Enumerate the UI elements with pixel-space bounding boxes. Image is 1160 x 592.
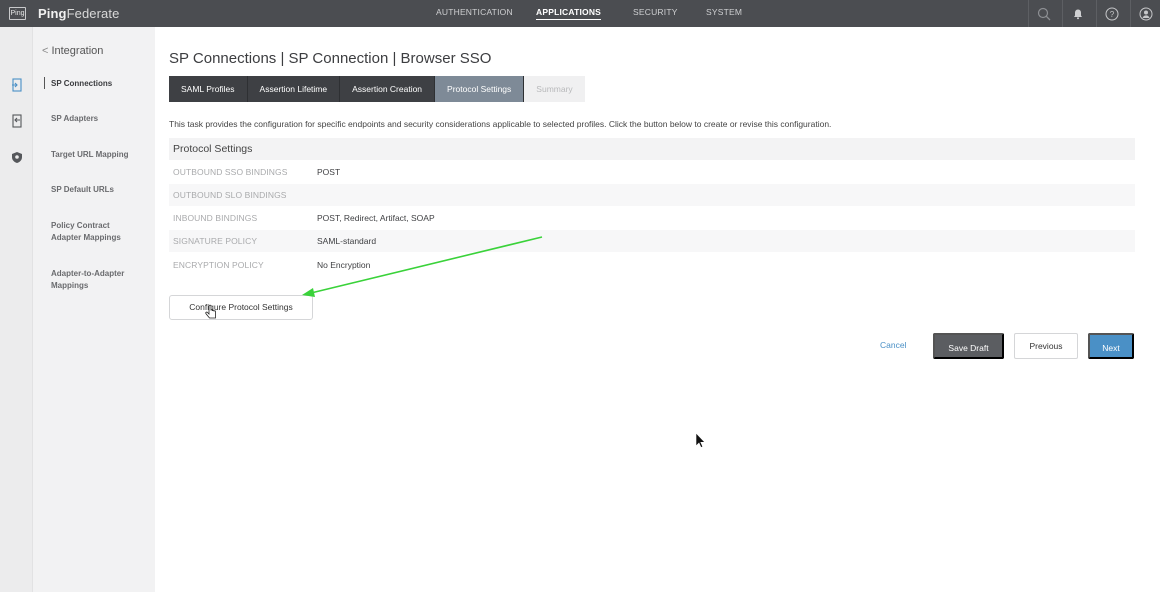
save-draft-button[interactable]: Save Draft (933, 333, 1004, 359)
search-icon (1037, 7, 1050, 20)
active-item-marker (44, 77, 45, 89)
row-value: POST, Redirect, Artifact, SOAP (317, 213, 435, 223)
row-key: INBOUND BINDINGS (173, 213, 258, 223)
notifications-button[interactable] (1062, 0, 1092, 27)
help-button[interactable]: ? (1096, 0, 1126, 27)
nav-applications[interactable]: APPLICATIONS (536, 0, 602, 27)
subnav-item-target-url-mapping[interactable]: Target URL Mapping (51, 149, 151, 161)
top-bar: Ping PingFederate AUTHENTICATION APPLICA… (0, 0, 1160, 27)
settings-row: SIGNATURE POLICY SAML-standard (169, 230, 1135, 252)
previous-button[interactable]: Previous (1014, 333, 1078, 359)
nav-security[interactable]: SECURITY (633, 0, 678, 27)
back-to-integration[interactable]: < Integration (42, 45, 103, 57)
row-value: SAML-standard (317, 236, 377, 246)
subnav-item-sp-adapters[interactable]: SP Adapters (51, 113, 151, 125)
svg-text:?: ? (1109, 10, 1114, 19)
row-key: OUTBOUND SLO BINDINGS (173, 190, 287, 200)
row-key: OUTBOUND SSO BINDINGS (173, 167, 288, 177)
subnav-item-policy-contract-adapter-mappings[interactable]: Policy Contract Adapter Mappings (51, 220, 141, 244)
next-button[interactable]: Next (1088, 333, 1134, 359)
adapters-icon[interactable] (9, 113, 25, 129)
protocol-settings-header: Protocol Settings (169, 138, 1135, 160)
row-value: No Encryption (317, 260, 371, 270)
settings-row: ENCRYPTION POLICY No Encryption (169, 254, 1135, 276)
tab-summary: Summary (524, 76, 585, 102)
icon-rail (0, 27, 33, 592)
page-title: SP Connections | SP Connection | Browser… (169, 50, 492, 67)
subnav-item-adapter-to-adapter-mappings[interactable]: Adapter-to-Adapter Mappings (51, 268, 141, 292)
wizard-tabs: SAML Profiles Assertion Lifetime Asserti… (169, 76, 585, 102)
help-icon: ? (1105, 7, 1118, 20)
bell-icon (1073, 9, 1082, 19)
chevron-left-icon: < (42, 45, 49, 57)
settings-row: INBOUND BINDINGS POST, Redirect, Artifac… (169, 207, 1135, 229)
secondary-nav (33, 27, 155, 592)
product-name: PingFederate (38, 6, 119, 21)
back-label: Integration (51, 45, 104, 57)
brand-bold: Ping (38, 6, 67, 21)
brand-light: Federate (66, 6, 120, 21)
configure-protocol-settings-button[interactable]: Configure Protocol Settings (169, 295, 313, 320)
task-description: This task provides the configuration for… (169, 119, 832, 129)
row-key: SIGNATURE POLICY (173, 236, 258, 246)
nav-authentication[interactable]: AUTHENTICATION (436, 0, 513, 27)
row-value: POST (317, 167, 341, 177)
tab-protocol-settings[interactable]: Protocol Settings (435, 76, 525, 102)
tab-assertion-creation[interactable]: Assertion Creation (340, 76, 436, 102)
user-icon (1139, 7, 1152, 20)
subnav-item-sp-default-urls[interactable]: SP Default URLs (51, 184, 151, 196)
section-title: Protocol Settings (173, 143, 253, 155)
cancel-link[interactable]: Cancel (880, 340, 906, 350)
settings-row: OUTBOUND SLO BINDINGS (169, 184, 1135, 206)
connections-icon[interactable] (9, 77, 25, 93)
row-key: ENCRYPTION POLICY (173, 260, 264, 270)
subnav-item-sp-connections[interactable]: SP Connections (51, 78, 151, 90)
shield-icon[interactable] (9, 149, 25, 165)
tab-assertion-lifetime[interactable]: Assertion Lifetime (247, 76, 341, 102)
tab-saml-profiles[interactable]: SAML Profiles (169, 76, 248, 102)
user-button[interactable] (1130, 0, 1160, 27)
search-button[interactable] (1028, 0, 1058, 27)
nav-system[interactable]: SYSTEM (706, 0, 742, 27)
settings-row: OUTBOUND SSO BINDINGS POST (169, 161, 1135, 183)
ping-logo: Ping (9, 7, 26, 20)
arrow-cursor-icon (695, 432, 706, 448)
